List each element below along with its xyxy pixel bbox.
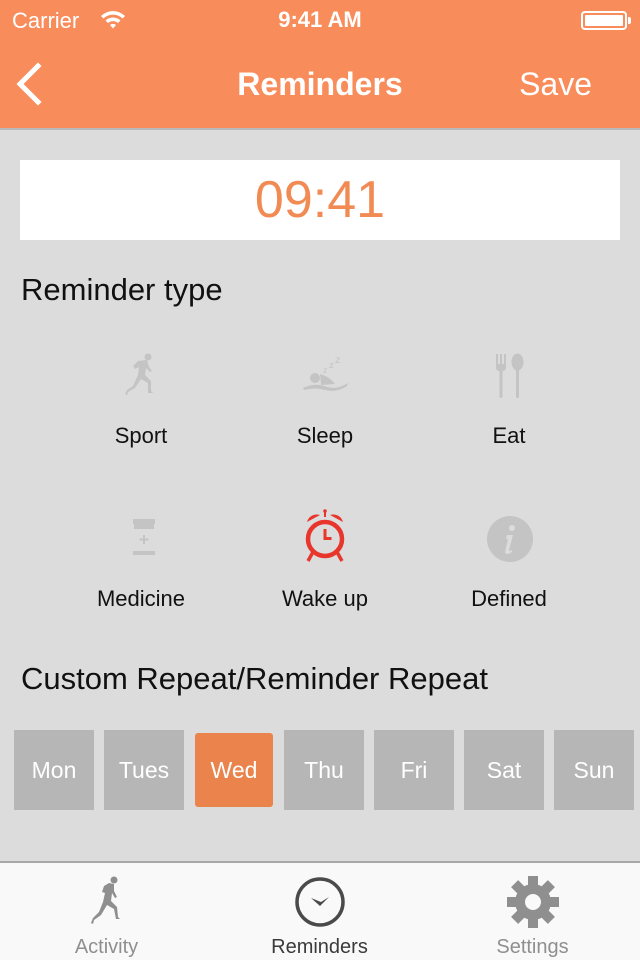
running-icon: [125, 353, 153, 395]
day-toggle-sat[interactable]: Sat: [464, 730, 544, 810]
day-toggle-mon[interactable]: Mon: [14, 730, 94, 810]
svg-text:z: z: [323, 366, 327, 375]
svg-text:z: z: [329, 361, 334, 371]
alarm-clock-icon: [305, 509, 345, 562]
repeat-title: Custom Repeat/Reminder Repeat: [21, 661, 488, 696]
sleep-icon: z z z: [303, 355, 348, 391]
header: Carrier 9:41 AM Reminders Save: [0, 0, 640, 128]
header-divider: [0, 128, 640, 130]
clock-icon: [295, 877, 345, 927]
save-button[interactable]: Save: [519, 66, 592, 103]
repeat-day-selector: Mon Tues Wed Thu Fri Sat Sun: [14, 730, 634, 810]
day-toggle-sun[interactable]: Sun: [554, 730, 634, 810]
battery-tip: [628, 17, 631, 24]
running-icon: [91, 876, 120, 924]
svg-text:z: z: [335, 355, 340, 366]
info-icon: [487, 516, 533, 562]
reminder-type-medicine[interactable]: Medicine: [49, 508, 233, 612]
nav-bar: Reminders Save: [0, 40, 640, 128]
tab-label: Activity: [74, 936, 139, 958]
tab-reminders[interactable]: Reminders: [213, 863, 426, 960]
time-picker-display[interactable]: 09:41: [20, 160, 620, 240]
reminder-type-label: Wake up: [281, 586, 368, 611]
tab-settings[interactable]: Settings: [426, 863, 639, 960]
tab-label: Settings: [496, 936, 569, 958]
fork-spoon-icon: [496, 353, 524, 398]
reminder-type-eat[interactable]: Eat: [417, 345, 601, 449]
day-toggle-thu[interactable]: Thu: [284, 730, 364, 810]
day-toggle-fri[interactable]: Fri: [374, 730, 454, 810]
day-toggle-wed[interactable]: Wed: [195, 733, 273, 807]
tab-activity[interactable]: Activity: [0, 863, 213, 960]
reminder-type-sport[interactable]: Sport: [49, 345, 233, 449]
reminder-type-label: Medicine: [96, 586, 186, 611]
reminder-type-label: Sleep: [296, 423, 354, 448]
reminder-type-title: Reminder type: [21, 272, 223, 307]
reminder-type-label: Eat: [492, 423, 526, 448]
reminder-type-wake-up[interactable]: Wake up: [233, 508, 417, 612]
tab-bar: Activity Reminders Settings: [0, 861, 640, 960]
reminder-type-defined[interactable]: Defined: [417, 508, 601, 612]
battery-icon: [581, 11, 627, 30]
tab-label: Reminders: [271, 936, 368, 958]
day-toggle-tues[interactable]: Tues: [104, 730, 184, 810]
reminder-type-label: Defined: [471, 586, 547, 611]
chevron-left-icon[interactable]: [14, 62, 46, 106]
reminder-type-label: Sport: [114, 423, 168, 448]
status-bar: Carrier 9:41 AM: [0, 0, 640, 40]
status-time: 9:41 AM: [278, 7, 362, 32]
reminder-type-sleep[interactable]: z z z Sleep: [233, 345, 417, 449]
gear-icon: [507, 876, 559, 928]
medicine-bottle-icon: [133, 519, 155, 555]
